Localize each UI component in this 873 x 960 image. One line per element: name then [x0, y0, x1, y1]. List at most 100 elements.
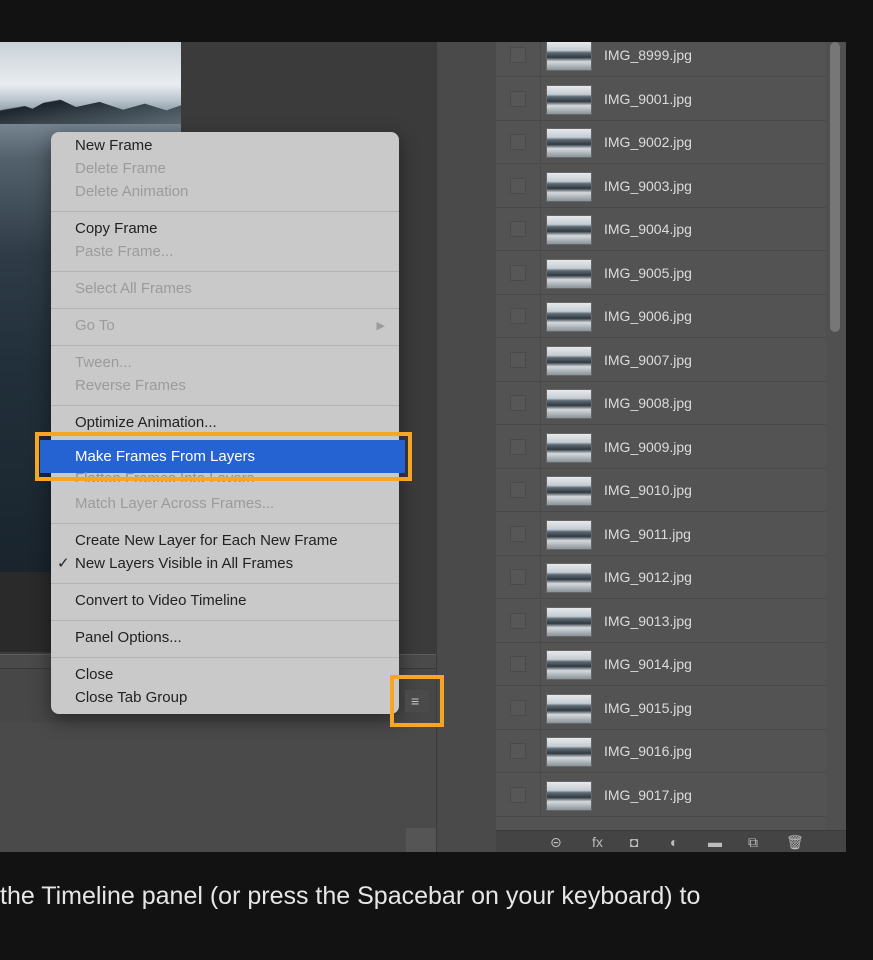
row-divider [540, 208, 541, 251]
menu-item-match-layer-across-frames[interactable]: Match Layer Across Frames... [75, 495, 274, 513]
menu-item-copy-frame[interactable]: Copy Frame [75, 220, 158, 238]
layer-name: IMG_9010.jpg [604, 482, 692, 498]
menu-item-new-layers-visible-in-all-frames[interactable]: New Layers Visible in All Frames [75, 555, 293, 573]
row-divider [540, 773, 541, 817]
panel-corner [406, 828, 436, 852]
panel-divider [436, 42, 497, 852]
row-divider [540, 382, 541, 425]
layer-row[interactable]: IMG_9017.jpg [496, 773, 826, 817]
layer-thumbnail [546, 563, 592, 593]
menu-item-close-tab-group[interactable]: Close Tab Group [75, 689, 187, 707]
layer-thumbnail [546, 171, 592, 202]
menu-separator [51, 308, 399, 309]
layer-row[interactable]: IMG_9009.jpg [496, 425, 826, 469]
visibility-toggle[interactable] [510, 612, 526, 629]
menu-item-go-to[interactable]: Go To [75, 317, 115, 335]
layer-row[interactable]: IMG_8999.jpg [496, 42, 826, 77]
highlight-callout-menu-item [35, 432, 412, 481]
layer-mask-icon[interactable]: ◘ [630, 835, 638, 849]
layer-row[interactable]: IMG_9001.jpg [496, 77, 826, 121]
menu-item-close[interactable]: Close [75, 666, 113, 684]
layer-name: IMG_9003.jpg [604, 177, 692, 194]
menu-item-optimize-animation[interactable]: Optimize Animation... [75, 414, 217, 432]
visibility-toggle[interactable] [510, 264, 526, 281]
row-divider [540, 686, 541, 730]
fx-icon[interactable]: fx [592, 835, 603, 849]
layer-row[interactable]: IMG_9013.jpg [496, 599, 826, 643]
layer-row[interactable]: IMG_9015.jpg [496, 686, 826, 730]
visibility-toggle[interactable] [510, 699, 526, 716]
layer-name: IMG_9015.jpg [604, 699, 692, 716]
layer-name: IMG_9004.jpg [604, 221, 692, 237]
layer-name: IMG_9011.jpg [604, 525, 691, 542]
layer-thumbnail [546, 476, 592, 506]
visibility-toggle[interactable] [510, 395, 526, 411]
layer-row[interactable]: IMG_9016.jpg [496, 730, 826, 773]
trash-icon[interactable]: 🗑 [786, 835, 804, 849]
adjustment-layer-icon[interactable]: ◐ [670, 835, 678, 849]
menu-item-paste-frame[interactable]: Paste Frame... [75, 243, 173, 261]
timeline-panel [0, 722, 436, 852]
layer-row[interactable]: IMG_9010.jpg [496, 469, 826, 512]
menu-item-new-frame[interactable]: New Frame [75, 137, 153, 155]
menu-separator [51, 405, 399, 406]
visibility-toggle[interactable] [510, 90, 526, 107]
visibility-toggle[interactable] [510, 308, 526, 324]
visibility-toggle[interactable] [510, 786, 526, 803]
menu-item-delete-animation[interactable]: Delete Animation [75, 183, 188, 201]
layers-scrollbar[interactable] [826, 42, 846, 830]
layer-row[interactable]: IMG_9014.jpg [496, 643, 826, 686]
layer-row[interactable]: IMG_9002.jpg [496, 121, 826, 164]
row-divider [540, 512, 541, 556]
layer-row[interactable]: IMG_9005.jpg [496, 251, 826, 295]
visibility-toggle[interactable] [510, 438, 526, 455]
layer-thumbnail [546, 128, 592, 158]
layer-row[interactable]: IMG_9008.jpg [496, 382, 826, 425]
menu-item-reverse-frames[interactable]: Reverse Frames [75, 377, 186, 395]
layer-name: IMG_8999.jpg [604, 47, 692, 63]
layer-row[interactable]: IMG_9004.jpg [496, 208, 826, 251]
row-divider [540, 42, 541, 77]
layer-row[interactable]: IMG_9006.jpg [496, 295, 826, 338]
visibility-toggle[interactable] [510, 525, 526, 542]
row-divider [540, 251, 541, 295]
menu-item-panel-options[interactable]: Panel Options... [75, 629, 182, 647]
checkmark-icon: ✓ [57, 555, 70, 572]
visibility-toggle[interactable] [510, 656, 526, 672]
menu-item-convert-to-video-timeline[interactable]: Convert to Video Timeline [75, 592, 246, 610]
layer-name: IMG_9012.jpg [604, 569, 692, 585]
layer-name: IMG_9008.jpg [604, 395, 692, 411]
menu-separator [51, 620, 399, 621]
menu-item-create-new-layer-for-each-new-frame[interactable]: Create New Layer for Each New Frame [75, 532, 338, 550]
menu-item-delete-frame[interactable]: Delete Frame [75, 160, 166, 178]
layer-row[interactable]: IMG_9012.jpg [496, 556, 826, 599]
visibility-toggle[interactable] [510, 351, 526, 368]
layer-name: IMG_9007.jpg [604, 351, 692, 368]
visibility-toggle[interactable] [510, 177, 526, 194]
visibility-toggle[interactable] [510, 482, 526, 498]
layer-thumbnail [546, 780, 592, 811]
link-layers-icon[interactable]: ⊝ [550, 835, 562, 849]
menu-item-select-all-frames[interactable]: Select All Frames [75, 280, 192, 298]
layer-row[interactable]: IMG_9003.jpg [496, 164, 826, 208]
row-divider [540, 730, 541, 773]
layers-scrollbar-thumb[interactable] [830, 42, 840, 332]
new-layer-icon[interactable]: ⧉ [748, 835, 758, 849]
layer-thumbnail [546, 606, 592, 637]
menu-item-tween[interactable]: Tween... [75, 354, 132, 372]
new-group-icon[interactable]: ▬ [708, 835, 722, 849]
visibility-toggle[interactable] [510, 569, 526, 585]
row-divider [540, 599, 541, 643]
layer-row[interactable]: IMG_9011.jpg [496, 512, 826, 556]
visibility-toggle[interactable] [510, 47, 526, 63]
layer-thumbnail [546, 737, 592, 767]
layer-name: IMG_9001.jpg [604, 90, 692, 107]
visibility-toggle[interactable] [510, 743, 526, 759]
layer-name: IMG_9009.jpg [604, 438, 692, 455]
visibility-toggle[interactable] [510, 221, 526, 237]
row-divider [540, 556, 541, 599]
visibility-toggle[interactable] [510, 134, 526, 150]
layer-row[interactable]: IMG_9007.jpg [496, 338, 826, 382]
row-divider [540, 338, 541, 382]
layer-name: IMG_9016.jpg [604, 743, 692, 759]
